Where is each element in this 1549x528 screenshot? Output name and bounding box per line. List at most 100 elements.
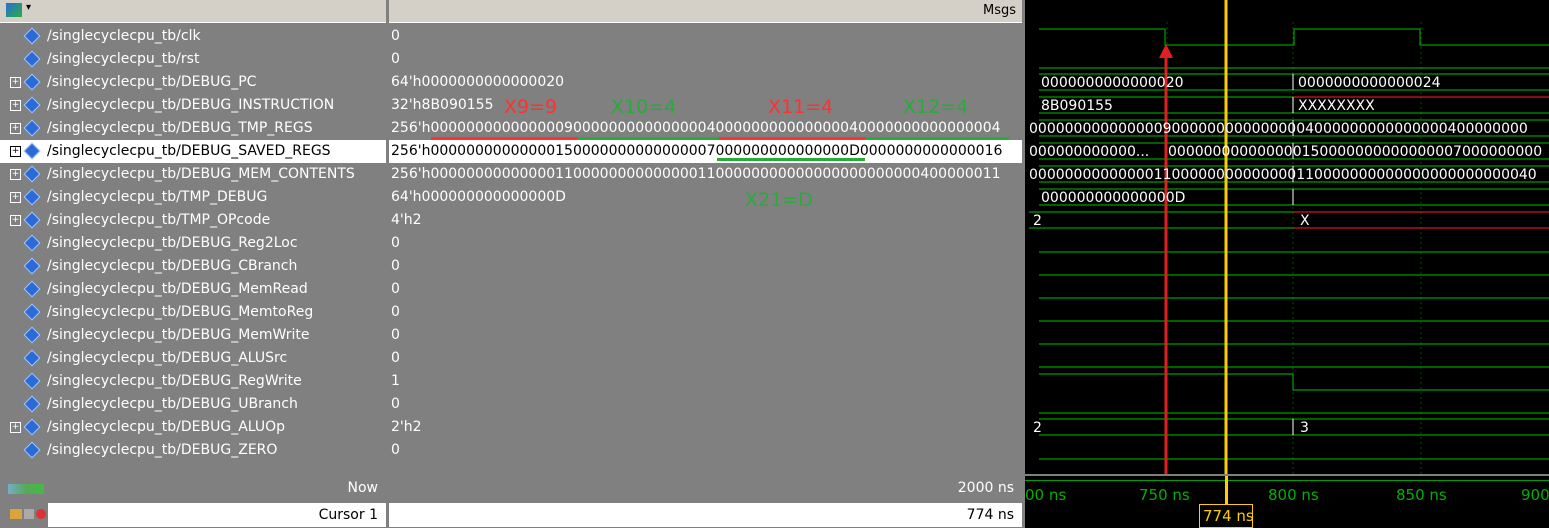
value-row[interactable]: 0 [389,301,1022,324]
cursor-remove-icon[interactable] [36,509,46,519]
cursor-label: Cursor 1 [318,507,378,523]
signal-names-pane: ▾ /singlecyclecpu_tb/clk/singlecyclecpu_… [0,0,386,474]
value-row[interactable]: 0 [389,48,1022,71]
signal-row[interactable]: + /singlecyclecpu_tb/DEBUG_PC [0,71,386,94]
signal-diamond-icon [23,50,41,68]
signal-value: 0 [391,51,400,67]
now-value: 2000 ns [957,480,1014,496]
signal-row[interactable]: /singlecyclecpu_tb/DEBUG_UBranch [0,393,386,416]
signal-diamond-icon [23,188,41,206]
ruler-line [1025,480,1549,481]
signal-name: /singlecyclecpu_tb/DEBUG_RegWrite [47,373,302,389]
value-row[interactable]: 256'h00000000000000110000000000000011000… [389,163,1022,186]
signal-diamond-icon [23,27,41,45]
signal-row[interactable]: /singlecyclecpu_tb/DEBUG_MemRead [0,278,386,301]
signal-row[interactable]: /singlecyclecpu_tb/DEBUG_CBranch [0,255,386,278]
signal-value: 64'h0000000000000020 [391,74,565,90]
signal-name: /singlecyclecpu_tb/DEBUG_CBranch [47,258,298,274]
expand-icon[interactable]: + [10,421,21,433]
signal-diamond-icon [23,165,41,183]
signal-diamond-icon [23,395,41,413]
signal-name: /singlecyclecpu_tb/DEBUG_MEM_CONTENTS [47,166,355,182]
signal-name: /singlecyclecpu_tb/DEBUG_UBranch [47,396,298,412]
timeline-ruler[interactable]: 00 ns 750 ns 800 ns 850 ns 900 774 ns [1025,476,1549,528]
value-row[interactable]: 0 [389,278,1022,301]
underline-x10 [577,137,719,140]
signal-row[interactable]: /singlecyclecpu_tb/clk [0,25,386,48]
signal-row[interactable]: + /singlecyclecpu_tb/DEBUG_SAVED_REGS [0,140,386,163]
signal-value: 4'h2 [391,212,422,228]
signal-row[interactable]: + /singlecyclecpu_tb/DEBUG_MEM_CONTENTS [0,163,386,186]
signal-value: 64'h000000000000000D [391,189,566,205]
value-row[interactable]: 4'h2 [389,209,1022,232]
wave-opcode-b: X [1300,213,1310,229]
signal-name: /singlecyclecpu_tb/DEBUG_PC [47,74,257,90]
footer-toolbar-icons[interactable] [8,484,44,494]
cursor-lock-icon[interactable] [10,509,22,519]
signal-value: 0 [391,327,400,343]
signal-diamond-icon [23,280,41,298]
regwrite-wave [1039,373,1549,391]
signal-row[interactable]: /singlecyclecpu_tb/DEBUG_MemWrite [0,324,386,347]
signal-name: /singlecyclecpu_tb/DEBUG_SAVED_REGS [47,143,331,159]
signal-row[interactable]: + /singlecyclecpu_tb/DEBUG_ALUOp [0,416,386,439]
value-row[interactable]: 0 [389,439,1022,462]
value-row[interactable]: 64'h000000000000000D [389,186,1022,209]
signal-row[interactable]: /singlecyclecpu_tb/rst [0,48,386,71]
signal-value: 0 [391,442,400,458]
expand-icon[interactable]: + [10,99,21,111]
chevron-down-icon[interactable]: ▾ [26,2,31,13]
cursor-edit-icon[interactable] [24,509,34,519]
signal-row[interactable]: /singlecyclecpu_tb/DEBUG_Reg2Loc [0,232,386,255]
signal-row[interactable]: + /singlecyclecpu_tb/DEBUG_TMP_REGS [0,117,386,140]
signal-diamond-icon [23,211,41,229]
footer-values: 2000 ns 774 ns [389,476,1022,528]
value-row[interactable]: 0 [389,255,1022,278]
expand-icon[interactable]: + [10,191,21,203]
signal-value: 0 [391,396,400,412]
signal-row[interactable]: /singlecyclecpu_tb/DEBUG_RegWrite [0,370,386,393]
cursor-marker-box[interactable]: 774 ns [1199,504,1254,528]
underline-x11 [719,137,865,140]
expand-icon[interactable]: + [10,168,21,180]
signal-row[interactable]: + /singlecyclecpu_tb/DEBUG_INSTRUCTION [0,94,386,117]
waveform-canvas[interactable] [1025,0,1549,474]
cursor-value: 774 ns [966,507,1014,523]
underline-x9 [431,137,577,140]
msgs-label: Msgs [982,3,1016,18]
annotation-x9: X9=9 [504,96,558,118]
expand-icon[interactable]: + [10,214,21,226]
signal-row[interactable]: /singlecyclecpu_tb/DEBUG_MemtoReg [0,301,386,324]
value-row[interactable]: 64'h0000000000000020 [389,71,1022,94]
value-row[interactable]: 256'h00000000000000150000000000000007000… [389,140,1022,163]
signal-diamond-icon [23,234,41,252]
signal-name: /singlecyclecpu_tb/DEBUG_INSTRUCTION [47,97,335,113]
tick-label: 900 [1521,486,1549,504]
signal-row[interactable]: /singlecyclecpu_tb/DEBUG_ZERO [0,439,386,462]
signal-diamond-icon [23,441,41,459]
signal-diamond-icon [23,349,41,367]
value-row[interactable]: 0 [389,232,1022,255]
value-row[interactable]: 0 [389,25,1022,48]
value-row[interactable]: 1 [389,370,1022,393]
expand-icon[interactable]: + [10,122,21,134]
value-row[interactable]: 0 [389,347,1022,370]
signal-value: 1 [391,373,400,389]
annotation-x21: X21=D [745,189,813,211]
waveform-pane[interactable]: 0000000000000020 0000000000000024 8B0901… [1025,0,1549,474]
signal-diamond-icon [23,257,41,275]
value-row[interactable]: 2'h2 [389,416,1022,439]
wave-opcode-a: 2 [1033,213,1042,229]
wave-pc-a: 0000000000000020 [1041,75,1184,91]
signal-row[interactable]: + /singlecyclecpu_tb/TMP_DEBUG [0,186,386,209]
signal-value: 32'h8B090155 [391,97,494,113]
value-row[interactable]: 0 [389,393,1022,416]
wave-window-icon[interactable] [6,3,22,17]
expand-icon[interactable]: + [10,145,21,157]
value-row[interactable]: 0 [389,324,1022,347]
expand-icon[interactable]: + [10,76,21,88]
signal-value: 0 [391,235,400,251]
signal-row[interactable]: + /singlecyclecpu_tb/TMP_OPcode [0,209,386,232]
signal-row[interactable]: /singlecyclecpu_tb/DEBUG_ALUSrc [0,347,386,370]
signal-value: 0 [391,350,400,366]
